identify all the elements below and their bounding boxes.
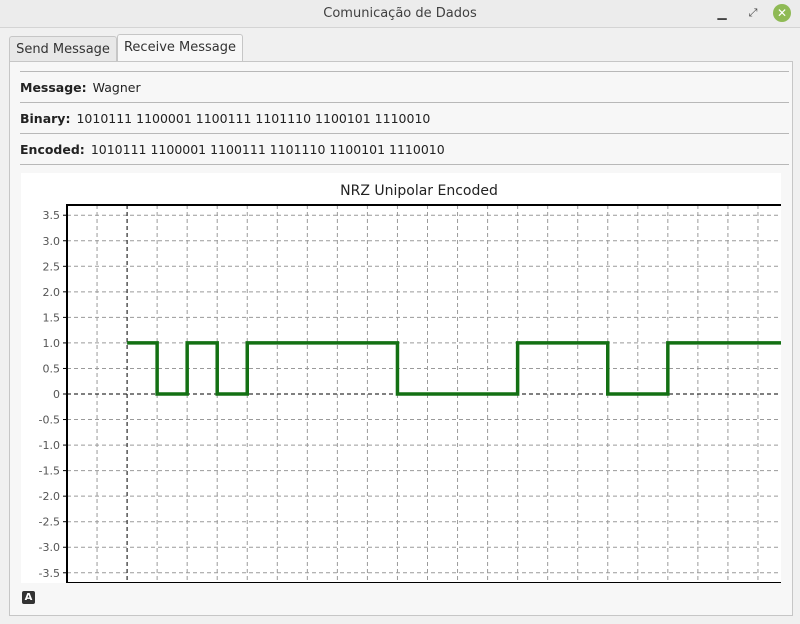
maximize-icon[interactable]: ⤢: [744, 4, 762, 22]
binary-value: 1010111 1100001 1100111 1101110 1100101 …: [76, 111, 431, 126]
binary-label: Binary:: [20, 111, 71, 126]
y-tick-label: -3.0: [39, 541, 60, 554]
y-tick-label: -1.0: [39, 439, 60, 452]
divider: [20, 133, 789, 134]
binary-row: Binary: 1010111 1100001 1100111 1101110 1…: [20, 104, 788, 134]
minimize-icon[interactable]: ▁: [713, 4, 731, 22]
y-tick-label: -3.5: [39, 567, 60, 580]
y-tick-label: 2.5: [43, 260, 61, 273]
y-tick-label: -2.0: [39, 490, 60, 503]
tab-receive-message[interactable]: Receive Message: [117, 34, 243, 62]
app-window: Comunicação de Dados ▁ ⤢ ✕ Send Message …: [0, 0, 800, 624]
y-tick-label: 1.5: [43, 311, 61, 324]
app-badge-icon: A: [22, 591, 35, 604]
encoded-row: Encoded: 1010111 1100001 1100111 1101110 …: [20, 135, 788, 165]
y-tick-label: 1.0: [43, 337, 61, 350]
tab-send-message[interactable]: Send Message: [9, 36, 117, 62]
window-title: Comunicação de Dados: [323, 6, 477, 21]
y-tick-label: -0.5: [39, 414, 60, 427]
y-tick-label: 3.0: [43, 235, 61, 248]
y-tick-label: 2.0: [43, 286, 61, 299]
tick-labels: 3.5 3.0 2.5 2.0 1.5 1.0 0.5 0 -0.5 -1.0 -1.5 -2.0 -2…: [39, 209, 765, 602]
message-label: Message:: [20, 80, 87, 95]
title-bar: Comunicação de Dados ▁ ⤢ ✕: [0, 0, 800, 28]
chart-title: NRZ Unipolar Encoded: [340, 183, 498, 199]
message-value: Wagner: [92, 80, 141, 95]
divider: [20, 71, 789, 72]
receive-message-panel: Message: Wagner Binary: 1010111 1100001 11…: [9, 61, 793, 616]
close-icon[interactable]: ✕: [773, 4, 791, 22]
message-row: Message: Wagner: [20, 73, 788, 103]
y-tick-label: 0: [53, 388, 60, 401]
divider: [20, 102, 789, 103]
encoded-label: Encoded:: [20, 142, 85, 157]
divider: [20, 164, 789, 165]
y-tick-label: -2.5: [39, 516, 60, 529]
y-tick-label: 3.5: [43, 209, 61, 222]
y-tick-label: -1.5: [39, 465, 60, 478]
encoded-value: 1010111 1100001 1100111 1101110 1100101 …: [90, 142, 445, 157]
chart-svg: NRZ Unipolar Encoded 3.5 3.0 2.5 2.0 1.5 1.0 0…: [39, 183, 789, 602]
y-tick-label: 0.5: [43, 362, 61, 375]
nrz-chart: NRZ Unipolar Encoded 3.5 3.0 2.5 2.0 1.5 1.0 0…: [21, 173, 789, 602]
